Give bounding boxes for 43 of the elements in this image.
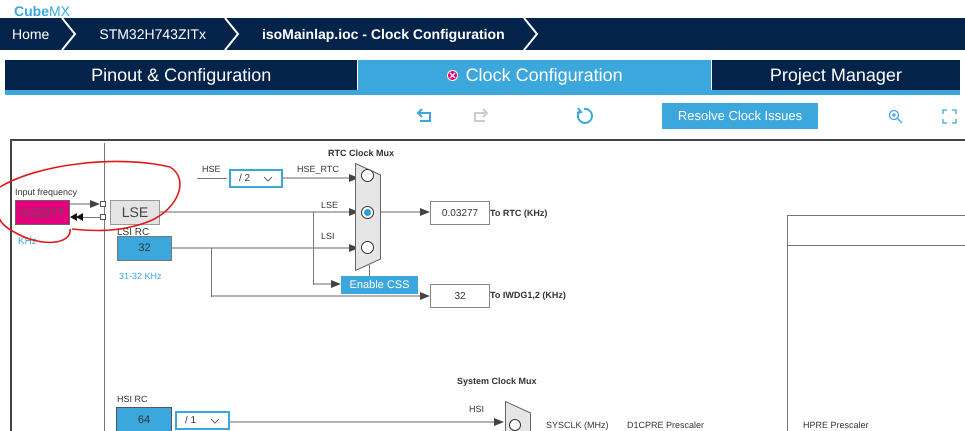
connector-port bbox=[100, 201, 106, 207]
hsi-rc-block[interactable]: 64 bbox=[116, 407, 172, 431]
lsi-range-label: 31-32 KHz bbox=[119, 270, 162, 283]
output-label: To IWDG1,2 (KHz) bbox=[490, 289, 566, 302]
arrow-line bbox=[313, 280, 342, 288]
system-clock-mux-title: System Clock Mux bbox=[457, 375, 537, 388]
mux-input-label: HSE_RTC bbox=[297, 163, 339, 176]
tab[interactable]: Pinout & Configuration bbox=[5, 60, 358, 90]
chevron-separator-icon bbox=[224, 18, 240, 50]
zoom-in-icon[interactable] bbox=[888, 109, 903, 124]
block-label: SYSCLK (MHz) bbox=[546, 421, 609, 430]
refresh-button[interactable] bbox=[575, 107, 593, 125]
lse-block: LSE bbox=[110, 200, 160, 225]
output-value-field: 32 bbox=[430, 284, 490, 308]
undo-button[interactable] bbox=[416, 107, 434, 123]
block-label: HPRE Prescaler bbox=[803, 421, 869, 430]
mux-input-label: HSI bbox=[469, 403, 484, 416]
arrow-head-icon bbox=[70, 213, 84, 221]
chevron-down-icon bbox=[263, 176, 273, 182]
logo: CubeMX bbox=[14, 4, 70, 18]
chevron-down-icon bbox=[210, 418, 220, 424]
mux-input-label: LSE bbox=[321, 199, 338, 212]
breadcrumb-link[interactable]: isoMainlap.ioc - Clock Configuration bbox=[240, 24, 523, 44]
arrow-line bbox=[381, 208, 431, 216]
arrow-line bbox=[70, 200, 101, 208]
lsi-rc-block[interactable]: 32 bbox=[117, 236, 172, 261]
hse-label: HSE bbox=[202, 163, 221, 176]
chevron-separator-icon bbox=[522, 18, 539, 50]
output-label: To RTC (KHz) bbox=[490, 207, 548, 220]
chevron-separator-icon bbox=[61, 18, 78, 50]
output-value-field: 0.03277 bbox=[430, 201, 490, 225]
rtc-clock-mux-title: RTC Clock Mux bbox=[328, 147, 394, 160]
block-label: D1CPRE Prescaler bbox=[627, 421, 704, 430]
hsi-rc-label: HSI RC bbox=[117, 393, 148, 406]
connector-port bbox=[100, 214, 106, 220]
fullscreen-icon[interactable] bbox=[942, 109, 957, 124]
breadcrumb-link[interactable]: STM32H743ZITx bbox=[77, 24, 224, 44]
mux-input-label: LSI bbox=[321, 230, 335, 243]
hse-divider-dropdown[interactable]: / 2 bbox=[229, 169, 283, 188]
breadcrumb-link[interactable]: Home bbox=[0, 24, 62, 44]
hsi-divider-dropdown[interactable]: / 1 bbox=[175, 411, 230, 430]
tab[interactable]: Project Manager bbox=[712, 60, 960, 90]
input-frequency-label: Input frequency bbox=[15, 186, 78, 199]
